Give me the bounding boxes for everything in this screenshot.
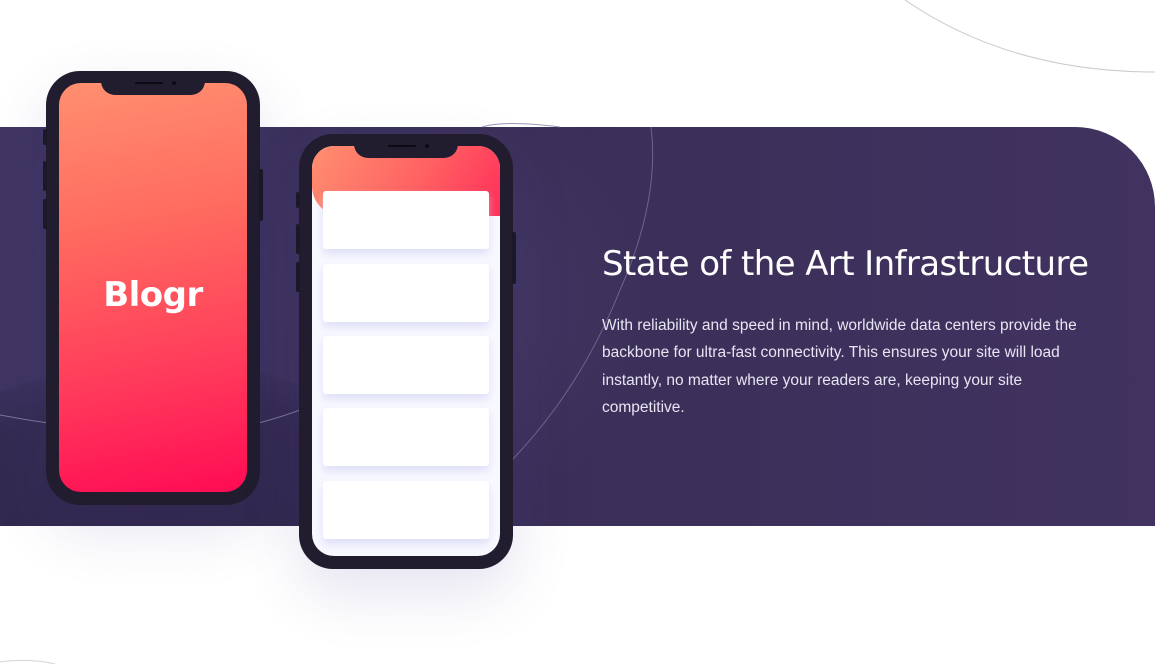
phone-camera [172,81,176,85]
phone-volume-down [43,199,47,229]
phone-mockup-cards [296,134,516,569]
section-heading: State of the Art Infrastructure [602,244,1089,284]
phone-screen [312,146,500,556]
phone-notch [101,71,205,95]
blogr-logo: Blogr [103,275,203,315]
page: Blogr State of the Art Infrastructure Wi… [0,0,1155,664]
phone-volume-down [296,262,300,292]
content-card [323,481,489,539]
phone-speaker [388,145,416,147]
phone-volume-up [43,161,47,191]
phone-notch [354,134,458,158]
content-card [323,264,489,322]
phone-screen: Blogr [59,83,247,492]
phone-silent-switch [296,192,300,208]
section-description: With reliability and speed in mind, worl… [602,317,1077,416]
phone-speaker [135,82,163,84]
phone-volume-up [296,224,300,254]
infrastructure-content: State of the Art Infrastructure With rel… [602,240,1122,421]
phone-power-button [259,169,263,221]
phone-power-button [512,232,516,284]
content-card [323,336,489,394]
phone-camera [425,144,429,148]
phone-mockup-logo: Blogr [43,71,263,505]
content-card [323,408,489,466]
phone-silent-switch [43,129,47,145]
content-card [323,191,489,249]
